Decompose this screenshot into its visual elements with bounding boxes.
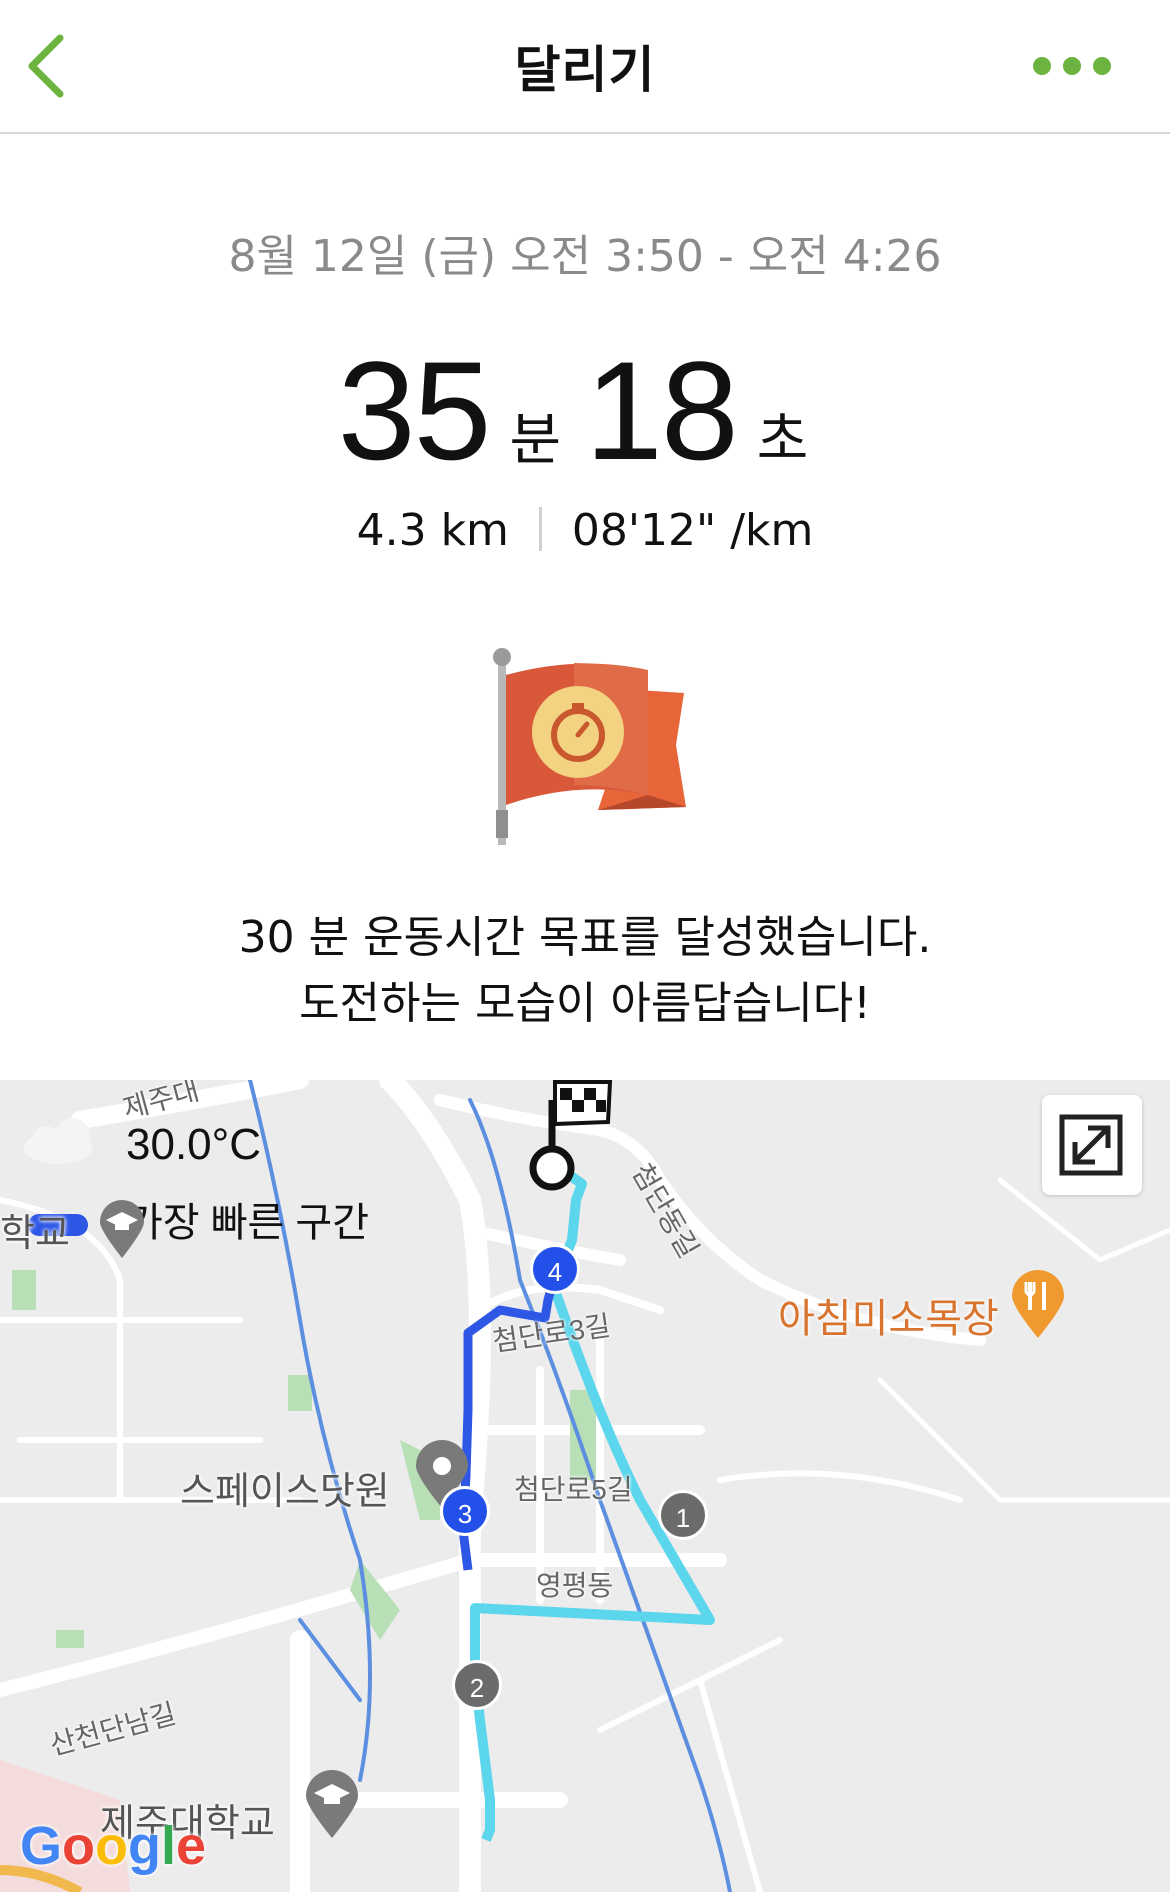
more-dots-icon [1033,57,1111,75]
stat-divider [538,507,542,551]
goal-message-line2: 도전하는 모습이 아름답습니다! [299,978,871,1029]
duration-minutes-unit: 분 [509,408,561,473]
duration-minutes: 35 [337,332,492,489]
school-pin-icon [306,1770,358,1838]
km-marker-1: 1 [658,1490,708,1540]
restaurant-pin-icon [1012,1270,1064,1338]
km-marker-3: 3 [440,1486,490,1536]
km-marker-4: 4 [530,1244,580,1294]
expand-map-button[interactable] [1042,1095,1142,1195]
page-title: 달리기 [514,41,656,99]
pace-value: 08'12" /km [571,505,814,556]
road-yeongpyeong-label: 영평동 [536,1570,614,1601]
spacedot-label: 스페이스닷원 [180,1471,390,1513]
nav-bar: 달리기 [0,0,1170,134]
temperature-label: 30.0°C [126,1120,262,1169]
breakfast-ranch-label: 아침미소목장 [778,1297,999,1341]
cloud-icon [24,1118,92,1164]
workout-duration: 35 분 18 초 [0,330,1170,492]
more-button[interactable] [1020,40,1130,92]
duration-seconds: 18 [585,332,739,489]
goal-message: 30 분 운동시간 목표를 달성했습니다. 도전하는 모습이 아름답습니다! [0,905,1170,1037]
school-partial-label: 학교 [0,1213,70,1255]
stopwatch-flag-icon [493,648,686,845]
fastest-segment-label: 가장 빠른 구간 [126,1201,370,1245]
duration-seconds-unit: 초 [756,408,809,473]
km-marker-2: 2 [452,1660,502,1710]
google-logo: Google [20,1816,207,1876]
distance-value: 4.3 km [356,505,509,556]
expand-icon [1059,1114,1123,1176]
road-cheomdan5-label: 첨단로5길 [514,1474,633,1505]
goal-message-line1: 30 분 운동시간 목표를 달성했습니다. [238,912,932,963]
route-map[interactable]: 30.0°C 가장 빠른 구간 학교 제주대 스페이스닷원 아침미소목장 제주대… [0,1080,1170,1892]
workout-stats: 4.3 km 08'12" /km [0,505,1170,556]
workout-date-range: 8월 12일 (금) 오전 3:50 - 오전 4:26 [228,231,942,282]
school-pin-icon [100,1200,144,1258]
